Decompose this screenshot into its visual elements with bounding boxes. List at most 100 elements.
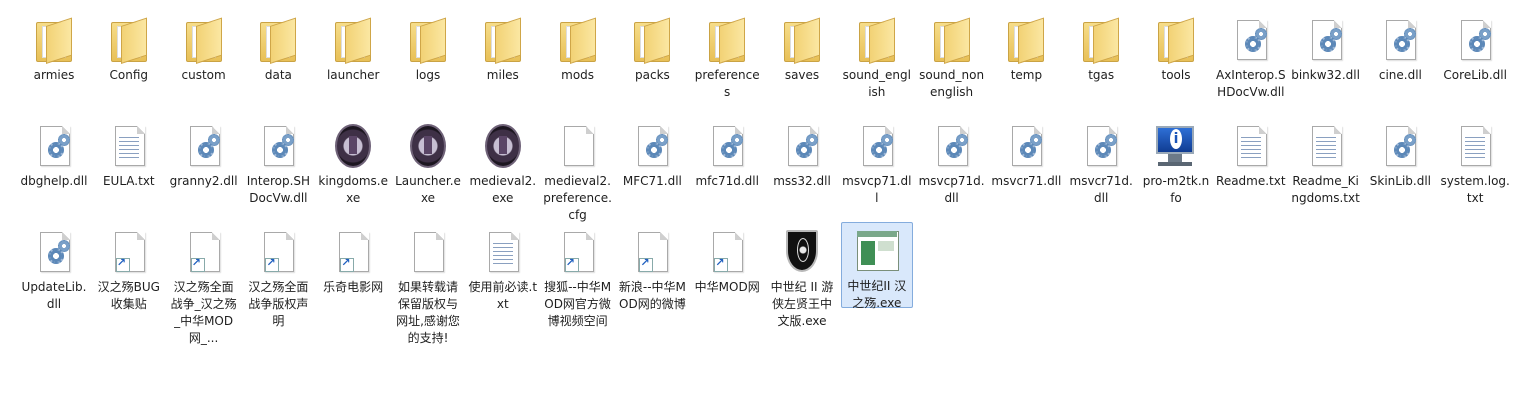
file-item-msvcp71-dll[interactable]: msvcp71.dll xyxy=(841,118,913,205)
file-item-ii-exe[interactable]: 中世纪 II 游侠左贤王中文版.exe xyxy=(766,224,838,328)
file-item-axinterop-shdocvw-dll[interactable]: AxInterop.SHDocVw.dll xyxy=(1215,12,1287,99)
file-item-interop-shdocvw-dll[interactable]: Interop.SHDocVw.dll xyxy=(242,118,314,205)
file-item-mfc71-dll[interactable]: MFC71.dll xyxy=(616,118,688,198)
file-item-packs[interactable]: packs xyxy=(616,12,688,92)
shortcut-file-icon xyxy=(703,228,751,276)
file-item-medieval2-exe[interactable]: medieval2.exe xyxy=(467,118,539,205)
file-item-item[interactable]: 汉之殇全面战争版权声明 xyxy=(242,224,314,328)
file-item-msvcp71d-dll[interactable]: msvcp71d.dll xyxy=(916,118,988,205)
game-exe-icon xyxy=(329,122,377,170)
dll-file-icon xyxy=(30,122,78,170)
file-icon xyxy=(404,228,452,276)
file-item-readme-kingdoms-txt[interactable]: Readme_Kingdoms.txt xyxy=(1290,118,1362,205)
game-exe-icon xyxy=(479,122,527,170)
file-item-armies[interactable]: armies xyxy=(18,12,90,92)
file-item-cine-dll[interactable]: cine.dll xyxy=(1364,12,1436,92)
folder-icon xyxy=(1077,16,1125,65)
file-item-custom[interactable]: custom xyxy=(168,12,240,92)
file-item-logs[interactable]: logs xyxy=(392,12,464,92)
file-item-label: saves xyxy=(784,68,820,82)
file-item-ii-exe[interactable]: 中世纪II 汉之殇.exe xyxy=(840,222,913,310)
text-file-icon xyxy=(479,228,527,276)
file-item-mods[interactable]: mods xyxy=(542,12,614,92)
info-monitor-icon xyxy=(1152,122,1200,170)
file-item-dbghelp-dll[interactable]: dbghelp.dll xyxy=(18,118,90,198)
dll-file-icon xyxy=(778,122,826,170)
file-item-mod[interactable]: 新浪--中华MOD网的微博 xyxy=(616,224,688,311)
file-item-label: data xyxy=(264,68,292,82)
file-item-item[interactable]: 乐奇电影网 xyxy=(317,224,389,304)
text-file-icon xyxy=(105,122,153,170)
file-item-config[interactable]: Config xyxy=(93,12,165,92)
folder-icon xyxy=(1152,16,1200,65)
file-item-label: custom xyxy=(181,68,226,82)
file-item-launcher-exe[interactable]: Launcher.exe xyxy=(392,118,464,205)
file-item-eula-txt[interactable]: EULA.txt xyxy=(93,118,165,198)
file-item-mfc71d-dll[interactable]: mfc71d.dll xyxy=(691,118,763,198)
file-item-label: granny2.dll xyxy=(169,174,238,188)
file-item-mss32-dll[interactable]: mss32.dll xyxy=(766,118,838,198)
file-item-label: pro-m2tk.nfo xyxy=(1142,174,1210,205)
shortcut-file-icon xyxy=(254,228,302,276)
file-item-txt[interactable]: 使用前必读.txt xyxy=(467,224,539,311)
icon-row: dbghelp.dll EULA.txt granny2.dll Interop.SH… xyxy=(18,112,1513,222)
file-item-label: Interop.SHDocVw.dll xyxy=(246,174,311,205)
file-item-item[interactable]: 如果转载请保留版权与网址,感谢您的支持! xyxy=(392,224,464,345)
app-window-icon xyxy=(853,227,901,275)
file-item-label: tools xyxy=(1161,68,1191,82)
file-item-label: launcher xyxy=(326,68,380,82)
shortcut-file-icon xyxy=(180,228,228,276)
file-item-temp[interactable]: temp xyxy=(990,12,1062,92)
folder-icon xyxy=(554,16,602,65)
file-item-medieval2-preference-cfg[interactable]: medieval2.preference.cfg xyxy=(542,118,614,222)
folder-icon xyxy=(928,16,976,65)
folder-icon xyxy=(628,16,676,65)
file-item-sound-english[interactable]: sound_english xyxy=(841,12,913,99)
file-item-label: AxInterop.SHDocVw.dll xyxy=(1215,68,1286,99)
file-item-mod[interactable]: 搜狐--中华MOD网官方微博视频空间 xyxy=(542,224,614,328)
file-item-readme-txt[interactable]: Readme.txt xyxy=(1215,118,1287,198)
file-item-system-log-txt[interactable]: system.log.txt xyxy=(1439,118,1511,205)
file-item-pro-m2tk-nfo[interactable]: pro-m2tk.nfo xyxy=(1140,118,1212,205)
file-item-label: 汉之殇全面战争版权声明 xyxy=(248,280,309,328)
file-item-kingdoms-exe[interactable]: kingdoms.exe xyxy=(317,118,389,205)
folder-icon xyxy=(1002,16,1050,65)
file-item-granny2-dll[interactable]: granny2.dll xyxy=(168,118,240,198)
file-item-bug[interactable]: 汉之殇BUG收集贴 xyxy=(93,224,165,311)
file-item-miles[interactable]: miles xyxy=(467,12,539,92)
dll-file-icon xyxy=(30,228,78,276)
file-item-label: system.log.txt xyxy=(1440,174,1510,205)
file-item-saves[interactable]: saves xyxy=(766,12,838,92)
file-item-tools[interactable]: tools xyxy=(1140,12,1212,92)
file-item-label: temp xyxy=(1010,68,1043,82)
dll-file-icon xyxy=(180,122,228,170)
file-item-label: mfc71d.dll xyxy=(695,174,759,188)
file-item-msvcr71d-dll[interactable]: msvcr71d.dll xyxy=(1065,118,1137,205)
folder-icon xyxy=(180,16,228,65)
folder-icon xyxy=(853,16,901,65)
dll-file-icon xyxy=(1077,122,1125,170)
folder-icon xyxy=(254,16,302,65)
file-item-msvcr71-dll[interactable]: msvcr71.dll xyxy=(990,118,1062,198)
icon-row: armies Config custom data launcher logs miles m… xyxy=(18,6,1513,112)
file-item-label: msvcr71.dll xyxy=(991,174,1062,188)
file-item-skinlib-dll[interactable]: SkinLib.dll xyxy=(1364,118,1436,198)
file-item-sound-nonenglish[interactable]: sound_nonenglish xyxy=(916,12,988,99)
file-item-mod[interactable]: 中华MOD网 xyxy=(691,224,763,304)
file-item-data[interactable]: data xyxy=(242,12,314,92)
folder-icon xyxy=(703,16,751,65)
file-item-mod[interactable]: 汉之殇全面战争_汉之殇_中华MOD网_... xyxy=(168,224,240,345)
file-item-label: MFC71.dll xyxy=(622,174,682,188)
file-item-preferences[interactable]: preferences xyxy=(691,12,763,99)
file-item-launcher[interactable]: launcher xyxy=(317,12,389,92)
file-item-updatelib-dll[interactable]: UpdateLib.dll xyxy=(18,224,90,311)
shortcut-file-icon xyxy=(554,228,602,276)
dll-file-icon xyxy=(703,122,751,170)
file-item-binkw32-dll[interactable]: binkw32.dll xyxy=(1290,12,1362,92)
file-item-label: msvcp71d.dll xyxy=(918,174,985,205)
file-item-label: preferences xyxy=(694,68,760,99)
file-item-label: 使用前必读.txt xyxy=(468,280,538,311)
file-item-tgas[interactable]: tgas xyxy=(1065,12,1137,92)
dll-file-icon xyxy=(1376,16,1424,64)
file-item-corelib-dll[interactable]: CoreLib.dll xyxy=(1439,12,1511,92)
